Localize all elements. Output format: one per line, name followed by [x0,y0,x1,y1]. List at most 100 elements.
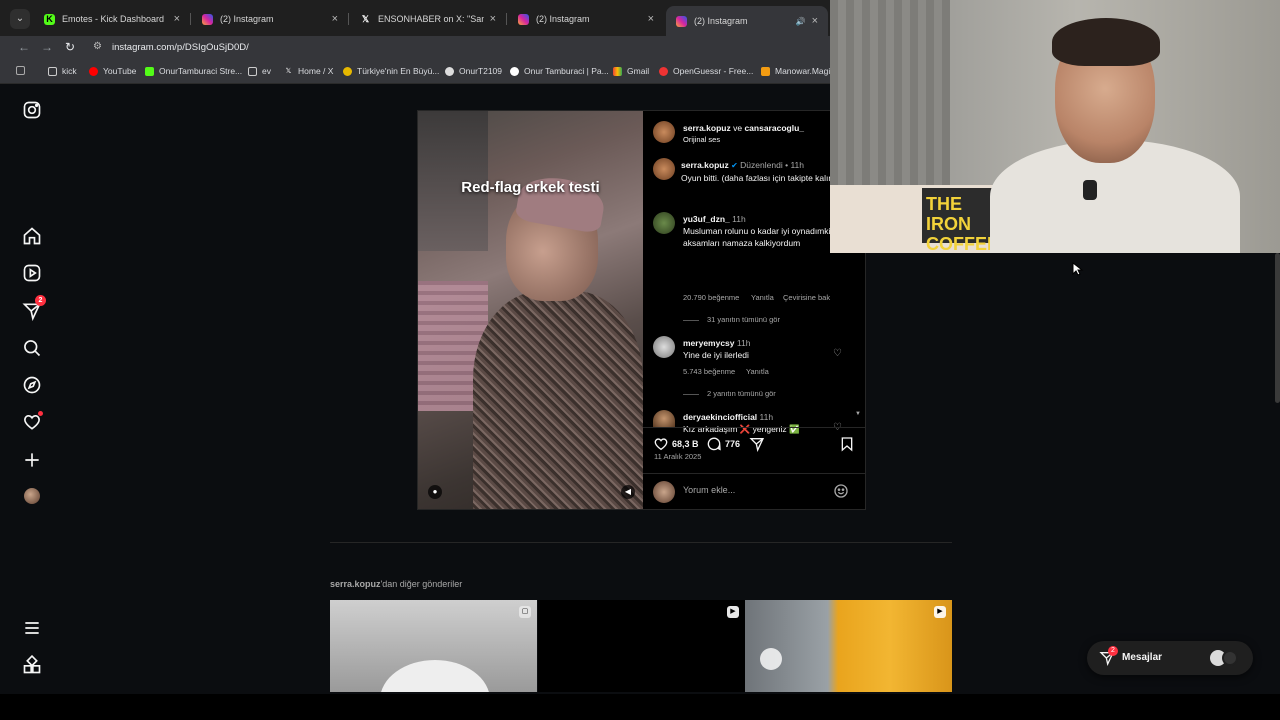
avatar[interactable] [653,212,675,234]
view-replies-button[interactable]: 2 yanıtın tümünü gör [683,389,776,398]
profile-avatar[interactable] [24,488,44,508]
like-comment-icon[interactable]: ♡ [833,348,842,359]
threads-apps-icon[interactable] [22,654,42,675]
audio-label[interactable]: Orijinal ses [683,135,720,144]
url-field[interactable]: instagram.com/p/DSIgOuSjD0D/ [112,42,249,53]
instagram-logo-icon[interactable] [22,100,42,120]
kick-icon: K [44,13,55,25]
tab-x[interactable]: 𝕏 ENSONHABER on X: "Samsun'd × [350,6,506,32]
share-button[interactable] [749,436,768,452]
bookmark-onurtamburaci[interactable]: OnurTamburaci Stre... [145,66,242,76]
reply-button[interactable]: Yanıtla [751,293,774,302]
comment-button[interactable]: 776 [706,436,740,452]
scrollbar[interactable] [1275,253,1280,403]
bookmark-youtube[interactable]: YouTube [89,66,136,76]
avatar[interactable] [653,336,675,358]
comment-username[interactable]: yu3uf_dzn_ [683,214,730,224]
bookmark-onur-patreon[interactable]: Onur Tamburaci | Pa... [510,66,609,76]
tab-instagram-active[interactable]: (2) Instagram 🔊 × [666,6,828,36]
like-button[interactable]: 68,3 B [653,436,699,452]
folder-icon [248,66,257,76]
site-icon [343,66,352,76]
browser-window: ⌄ K Emotes - Kick Dashboard × (2) Instag… [0,0,1280,694]
forward-icon[interactable]: → [41,40,53,54]
messages-button[interactable]: 2 Mesajlar [1087,641,1253,675]
bookmark-turkiye[interactable]: Türkiye'nin En Büyü... [343,66,439,76]
messages-badge: 2 [1108,646,1118,656]
menu-icon[interactable] [22,618,42,638]
comment-likes[interactable]: 20.790 beğenme [683,293,739,302]
translate-button[interactable]: Çevirisine bak [783,293,830,302]
avatar[interactable] [653,121,675,143]
site-settings-icon[interactable]: ⚙ [93,41,102,52]
bookmark-ev[interactable]: ev [248,66,271,76]
save-button[interactable] [839,436,858,452]
view-replies-button[interactable]: 31 yanıtın tümünü gör [683,315,780,324]
bookmark-gmail[interactable]: Gmail [613,66,649,76]
comment-username[interactable]: meryemycsy [683,338,735,348]
author-username[interactable]: serra.kopuz [683,123,731,133]
bookmark-manowar[interactable]: Manowar.Magic [761,66,835,76]
bookmark-onurt2109[interactable]: OnurT2109 [445,66,502,76]
messages-icon[interactable]: 2 [22,295,46,322]
tab-kick[interactable]: K Emotes - Kick Dashboard × [34,6,190,32]
more-posts-title: serra.kopuz'dan diğer gönderiler [330,579,462,589]
home-icon[interactable] [22,226,42,246]
tab-search-button[interactable]: ⌄ [10,9,30,29]
close-icon[interactable]: × [490,13,496,25]
close-icon[interactable]: × [332,13,338,25]
edited-label: Düzenlendi [740,160,783,170]
post-date[interactable]: 11 Aralık 2025 [654,452,701,461]
comment-username[interactable]: deryaekinciofficial [683,412,757,422]
tab-label: Emotes - Kick Dashboard [62,14,165,24]
post-thumbnail[interactable]: ▶ [538,600,745,692]
mute-icon[interactable]: ◀ [621,485,635,499]
reload-icon[interactable]: ↻ [65,40,75,54]
avatar[interactable] [653,158,675,180]
more-posts-username[interactable]: serra.kopuz [330,579,381,589]
close-icon[interactable]: × [812,15,818,27]
heart-icon[interactable] [22,411,43,432]
left-sidebar: 2 [0,85,64,692]
post-actions: 68,3 B 776 [643,427,865,471]
reel-video[interactable]: Red-flag erkek testi ● ◀ [418,111,643,509]
carousel-icon: ▢ [519,606,531,618]
post-card: Red-flag erkek testi ● ◀ serra.kopuz ve … [417,110,866,510]
back-icon[interactable]: ← [18,40,30,54]
scroll-down-icon[interactable]: ▼ [855,411,861,417]
apps-icon[interactable] [16,66,30,75]
close-icon[interactable]: × [648,13,654,25]
emoji-icon[interactable] [833,483,849,499]
caption-username[interactable]: serra.kopuz [681,160,729,170]
comment-time: 11h [732,214,746,224]
post-thumbnail[interactable]: ▶ [745,600,952,692]
search-icon[interactable] [22,338,42,358]
comment-input[interactable] [683,485,823,495]
reply-button[interactable]: Yanıtla [746,367,769,376]
bookmark-home-x[interactable]: 𝕏 Home / X [284,66,334,76]
bookmark-openguessr[interactable]: OpenGuessr - Free... [659,66,753,76]
close-icon[interactable]: × [174,13,180,25]
comments-count: 776 [725,439,741,449]
folder-icon [48,66,57,76]
coauthor-username[interactable]: cansaracoglu_ [744,123,804,133]
comment-text: Yine de iyi ilerledi [683,350,749,360]
comment-text: Musluman rolunu o kadar iyi oynadımki ak… [683,226,831,248]
reels-icon[interactable] [22,263,42,283]
site-icon [659,66,668,76]
connector-text: ve [733,123,743,133]
tab-instagram-1[interactable]: (2) Instagram × [192,6,348,32]
explore-icon[interactable] [22,375,42,395]
tagged-users-icon[interactable]: ● [428,485,442,499]
bookmark-kick[interactable]: kick [48,66,77,76]
create-icon[interactable] [22,450,42,470]
avatar[interactable] [653,410,675,427]
speaker-icon[interactable]: 🔊 [796,17,806,26]
comment-likes[interactable]: 5.743 beğenme [683,367,735,376]
likes-count: 68,3 B [672,439,699,449]
tab-instagram-2[interactable]: (2) Instagram × [508,6,664,32]
instagram-icon [518,13,529,25]
video-overlay-title: Red-flag erkek testi [461,179,600,196]
address-bar-row: ← → ↻ ⚙ instagram.com/p/DSIgOuSjD0D/ [0,36,830,60]
post-thumbnail[interactable]: ▢ [330,600,537,692]
